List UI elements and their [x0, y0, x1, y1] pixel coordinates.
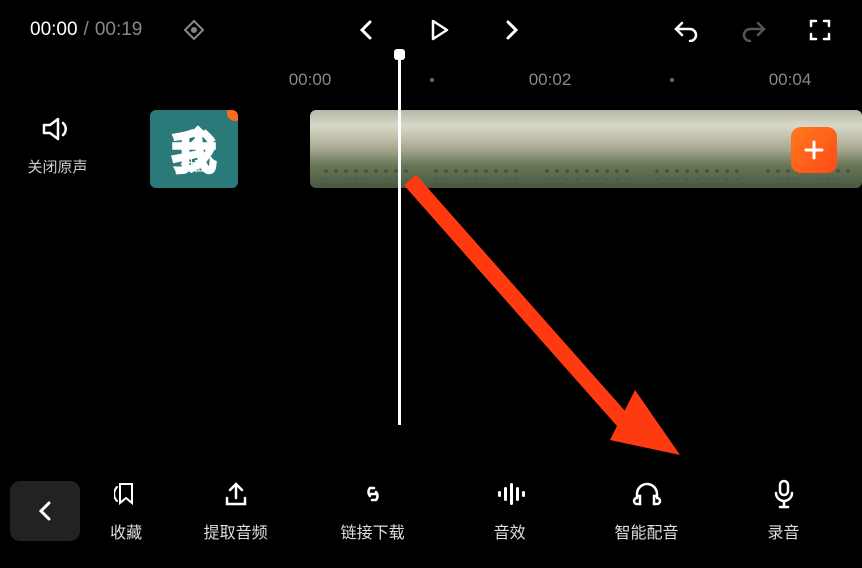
mute-label: 关闭原声 — [27, 159, 87, 176]
upload-icon — [222, 479, 250, 509]
add-clip-button[interactable] — [791, 127, 837, 173]
tab-record[interactable]: 录音 — [715, 479, 852, 543]
video-frame — [420, 110, 530, 188]
next-frame-icon[interactable] — [502, 18, 522, 42]
separator: / — [84, 19, 89, 41]
bookmark-icon — [114, 479, 138, 509]
right-controls — [672, 18, 832, 42]
bottom-toolbar: 收藏 提取音频 链接下载 音效 智能配音 录音 — [0, 453, 862, 568]
undo-icon[interactable] — [672, 18, 700, 42]
total-time: 00:19 — [95, 19, 143, 41]
tab-link-download[interactable]: 链接下载 — [304, 479, 441, 543]
ruler-mark: 00:04 — [769, 70, 812, 90]
tab-extract-audio[interactable]: 提取音频 — [167, 479, 304, 543]
playhead[interactable] — [398, 55, 401, 425]
top-bar: 00:00 / 00:19 — [0, 0, 862, 60]
back-button[interactable] — [10, 481, 80, 541]
video-frame — [310, 110, 420, 188]
headset-icon — [632, 479, 662, 509]
timeline-ruler[interactable]: 00:00 00:02 00:04 — [0, 70, 862, 100]
cover-label: 封面 — [180, 156, 208, 176]
playback-controls — [246, 17, 632, 43]
speaker-icon — [15, 115, 100, 148]
keyframe-icon[interactable] — [182, 18, 206, 42]
prev-frame-icon[interactable] — [356, 18, 376, 42]
link-icon — [358, 479, 388, 509]
play-button[interactable] — [426, 17, 452, 43]
cover-thumbnail[interactable]: 我 封面 — [150, 110, 238, 188]
tab-sound-effect[interactable]: 音效 — [441, 479, 578, 543]
notification-dot-icon — [227, 110, 238, 121]
current-time: 00:00 — [30, 19, 78, 41]
sound-effect-icon — [495, 479, 525, 509]
redo-icon[interactable] — [740, 18, 768, 42]
ruler-mark: 00:00 — [289, 70, 332, 90]
microphone-icon — [772, 479, 796, 509]
video-frame — [641, 110, 751, 188]
timeline-area[interactable]: 关闭原声 我 封面 — [0, 105, 862, 215]
mute-original-sound-button[interactable]: 关闭原声 — [15, 115, 100, 177]
video-track[interactable] — [310, 110, 862, 188]
tab-favorites[interactable]: 收藏 — [85, 479, 167, 543]
video-frame — [531, 110, 641, 188]
tab-smart-dubbing[interactable]: 智能配音 — [578, 479, 715, 543]
ruler-mark: 00:02 — [529, 70, 572, 90]
fullscreen-icon[interactable] — [808, 18, 832, 42]
edit-icon — [181, 123, 207, 154]
time-display: 00:00 / 00:19 — [30, 19, 142, 41]
